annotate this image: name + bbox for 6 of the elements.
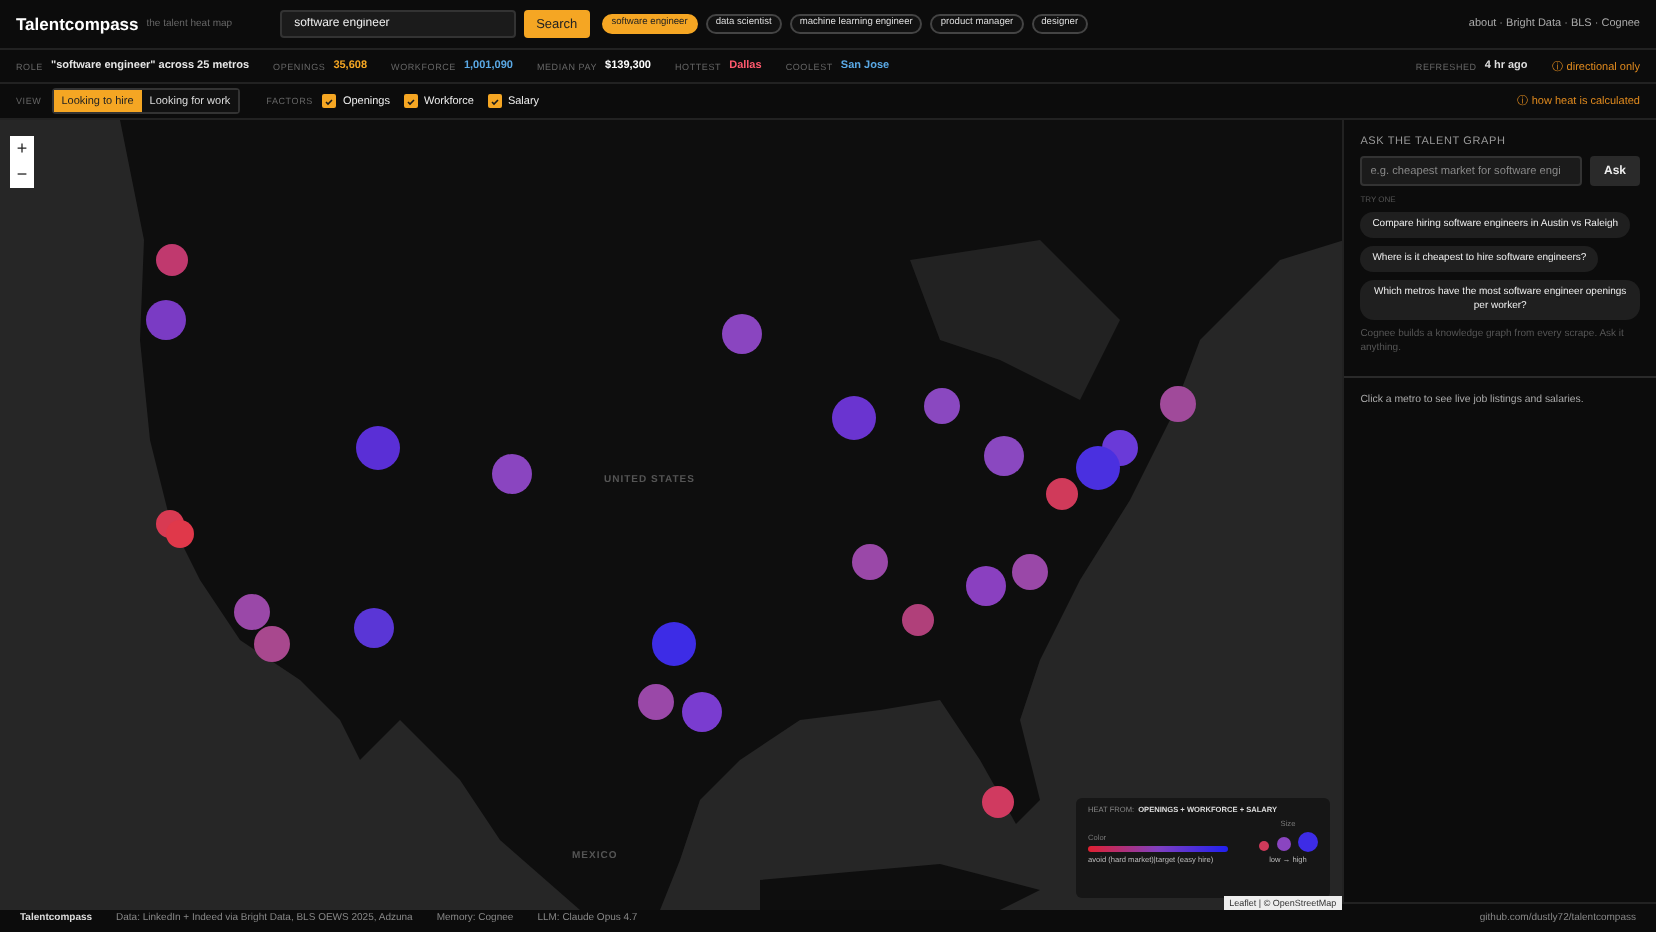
checkbox[interactable] (487, 94, 502, 108)
checkbox[interactable] (322, 94, 337, 108)
brand-name[interactable]: Talentcompass (16, 14, 139, 34)
size-dots-icon (1258, 830, 1318, 854)
color-gradient (1088, 846, 1228, 852)
checkbox[interactable] (403, 94, 418, 108)
